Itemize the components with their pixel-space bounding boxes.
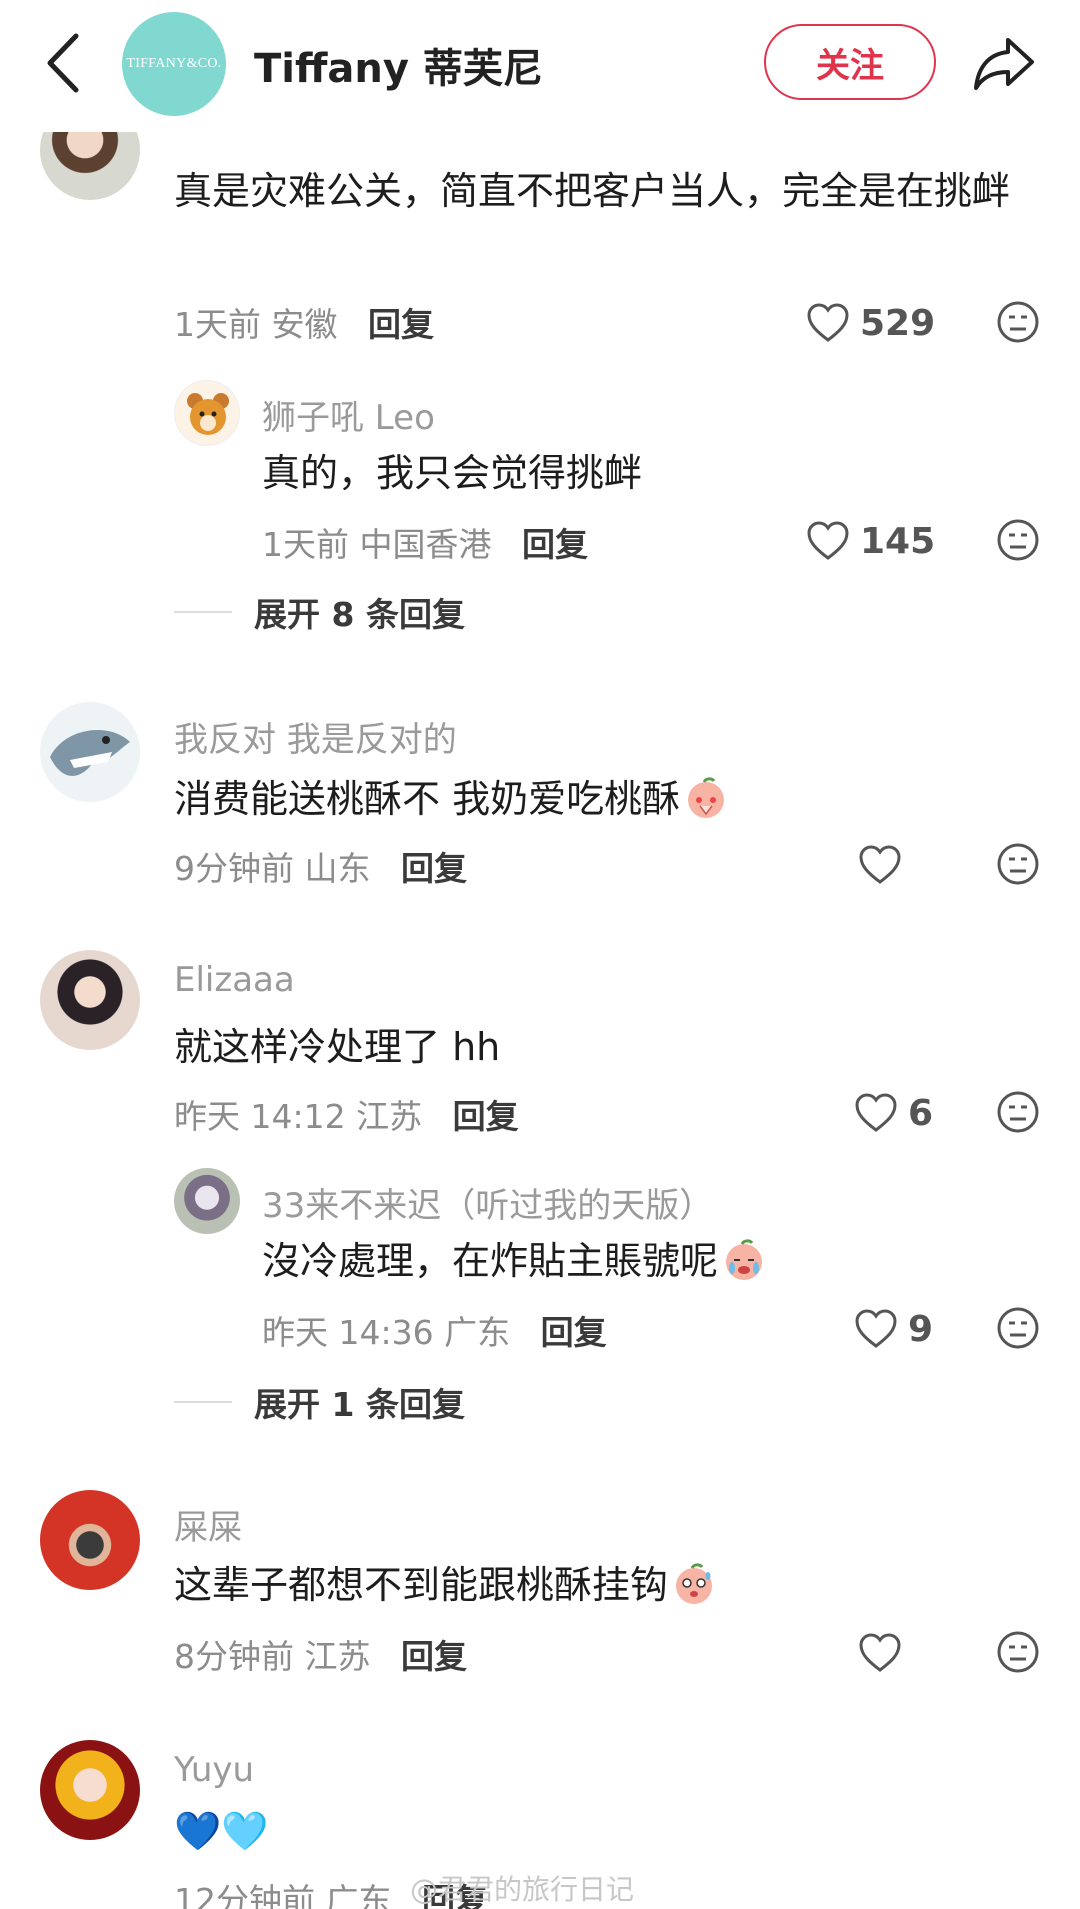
- avatar[interactable]: [174, 380, 240, 446]
- peach-praying-emoji-icon: [688, 777, 725, 818]
- heart-icon: [807, 521, 849, 560]
- reply-location: 中国香港: [359, 525, 492, 564]
- divider: [174, 611, 232, 613]
- reply-meta: 1天前 中国香港 回复: [262, 518, 588, 566]
- comment-author-name[interactable]: 屎屎: [174, 1500, 242, 1549]
- top-bar: TIFFANY&CO. Tiffany 蒂芙尼 关注: [0, 0, 1080, 132]
- comment-text: 真是灾难公关，简直不把客户当人，完全是在挑衅: [174, 169, 1011, 213]
- emoji-reaction-icon[interactable]: [996, 842, 1040, 886]
- brand-logo[interactable]: TIFFANY&CO.: [122, 12, 226, 116]
- comment-location: 广东: [325, 1881, 392, 1909]
- expand-replies-label: 展开 1 条回复: [254, 1385, 465, 1424]
- emoji-reaction-icon[interactable]: [996, 1306, 1040, 1350]
- comment-text: 这辈子都想不到能跟桃酥挂钩: [174, 1554, 716, 1616]
- comment-time: 昨天 14:12: [174, 1097, 346, 1136]
- comment-location: 江苏: [356, 1097, 423, 1136]
- peach-crying-emoji-icon: [726, 1239, 763, 1280]
- comment-text: 消费能送桃酥不 我奶爱吃桃酥: [174, 768, 728, 830]
- peach-shocked-emoji-icon: [676, 1563, 713, 1604]
- avatar[interactable]: [40, 950, 140, 1050]
- comment-text: 就这样冷处理了 hh: [174, 1025, 501, 1069]
- like-count: 6: [908, 1092, 934, 1134]
- back-arrow-icon[interactable]: [40, 30, 90, 96]
- comment-meta: 1天前 安徽 回复: [174, 298, 434, 346]
- comment-author-name[interactable]: Elizaaa: [174, 960, 295, 1000]
- reply-location: 广东: [444, 1313, 511, 1352]
- comment-meta: 昨天 14:12 江苏 回复: [174, 1090, 519, 1138]
- like-button[interactable]: 529: [806, 298, 935, 348]
- expand-replies-button[interactable]: 展开 1 条回复: [174, 1378, 465, 1426]
- comment-time: 12分钟前: [174, 1881, 315, 1909]
- avatar[interactable]: [40, 1490, 140, 1590]
- comment-meta: 8分钟前 江苏 回复: [174, 1630, 467, 1678]
- comment-text-content: 这辈子都想不到能跟桃酥挂钩: [174, 1563, 669, 1607]
- reply-button[interactable]: 回复: [541, 1313, 607, 1352]
- avatar[interactable]: [40, 1740, 140, 1840]
- avatar[interactable]: [174, 1168, 240, 1234]
- heart-icon: [859, 845, 901, 884]
- comment-text-content: 消费能送桃酥不 我奶爱吃桃酥: [174, 777, 681, 821]
- comment-location: 山东: [304, 849, 371, 888]
- like-count: 145: [860, 520, 936, 562]
- reply-button[interactable]: 回复: [401, 1637, 467, 1676]
- comment-meta: 9分钟前 山东 回复: [174, 842, 467, 890]
- comment-text: 💙🩵: [174, 1809, 269, 1853]
- like-button[interactable]: [858, 1628, 912, 1678]
- like-button[interactable]: 6: [854, 1088, 933, 1138]
- reply-author-name[interactable]: 33来不来迟（听过我的天版）: [262, 1178, 713, 1227]
- watermark: @君君的旅行日记: [410, 1873, 635, 1906]
- reply-text-content: 沒冷處理，在炸貼主賬號呢: [262, 1239, 719, 1283]
- heart-icon: [855, 1093, 897, 1132]
- page: TIFFANY&CO. Tiffany 蒂芙尼 关注 真是灾难公关，简直不把客户…: [0, 0, 1080, 1909]
- brand-name[interactable]: Tiffany 蒂芙尼: [254, 36, 543, 94]
- reply-button[interactable]: 回复: [522, 525, 588, 564]
- reply-text: 沒冷處理，在炸貼主賬號呢: [262, 1230, 766, 1292]
- comment-author-name[interactable]: 我反对 我是反对的: [174, 712, 457, 761]
- reply-text: 真的，我只会觉得挑衅: [262, 451, 643, 495]
- avatar[interactable]: [40, 702, 140, 802]
- comment-location: 安徽: [271, 305, 338, 344]
- comment-time: 9分钟前: [174, 849, 294, 888]
- comment-location: 江苏: [304, 1637, 371, 1676]
- reply-button[interactable]: 回复: [453, 1097, 519, 1136]
- reply-time: 昨天 14:36: [262, 1313, 434, 1352]
- like-button[interactable]: [858, 840, 912, 890]
- comment-time: 1天前: [174, 305, 261, 344]
- like-button[interactable]: 9: [854, 1304, 933, 1354]
- reply-author-name[interactable]: 狮子吼 Leo: [262, 390, 435, 439]
- reply-meta: 昨天 14:36 广东 回复: [262, 1306, 607, 1354]
- expand-replies-label: 展开 8 条回复: [254, 595, 465, 634]
- like-count: 9: [908, 1308, 934, 1350]
- emoji-reaction-icon[interactable]: [996, 300, 1040, 344]
- emoji-reaction-icon[interactable]: [996, 1630, 1040, 1674]
- heart-icon: [855, 1309, 897, 1348]
- share-icon[interactable]: [972, 34, 1036, 92]
- emoji-reaction-icon[interactable]: [996, 518, 1040, 562]
- reply-time: 1天前: [262, 525, 349, 564]
- lion-avatar-icon: [187, 393, 229, 435]
- heart-icon: [807, 303, 849, 342]
- reply-button[interactable]: 回复: [401, 849, 467, 888]
- like-count: 529: [860, 302, 936, 344]
- emoji-reaction-icon[interactable]: [996, 1090, 1040, 1134]
- comment-time: 8分钟前: [174, 1637, 294, 1676]
- like-button[interactable]: 145: [806, 516, 935, 566]
- heart-icon: [859, 1633, 901, 1672]
- follow-button[interactable]: 关注: [764, 24, 936, 100]
- shark-avatar-icon: [50, 730, 130, 776]
- reply-button[interactable]: 回复: [368, 305, 434, 344]
- expand-replies-button[interactable]: 展开 8 条回复: [174, 588, 465, 636]
- comment-author-name[interactable]: Yuyu: [174, 1750, 254, 1790]
- divider: [174, 1401, 232, 1403]
